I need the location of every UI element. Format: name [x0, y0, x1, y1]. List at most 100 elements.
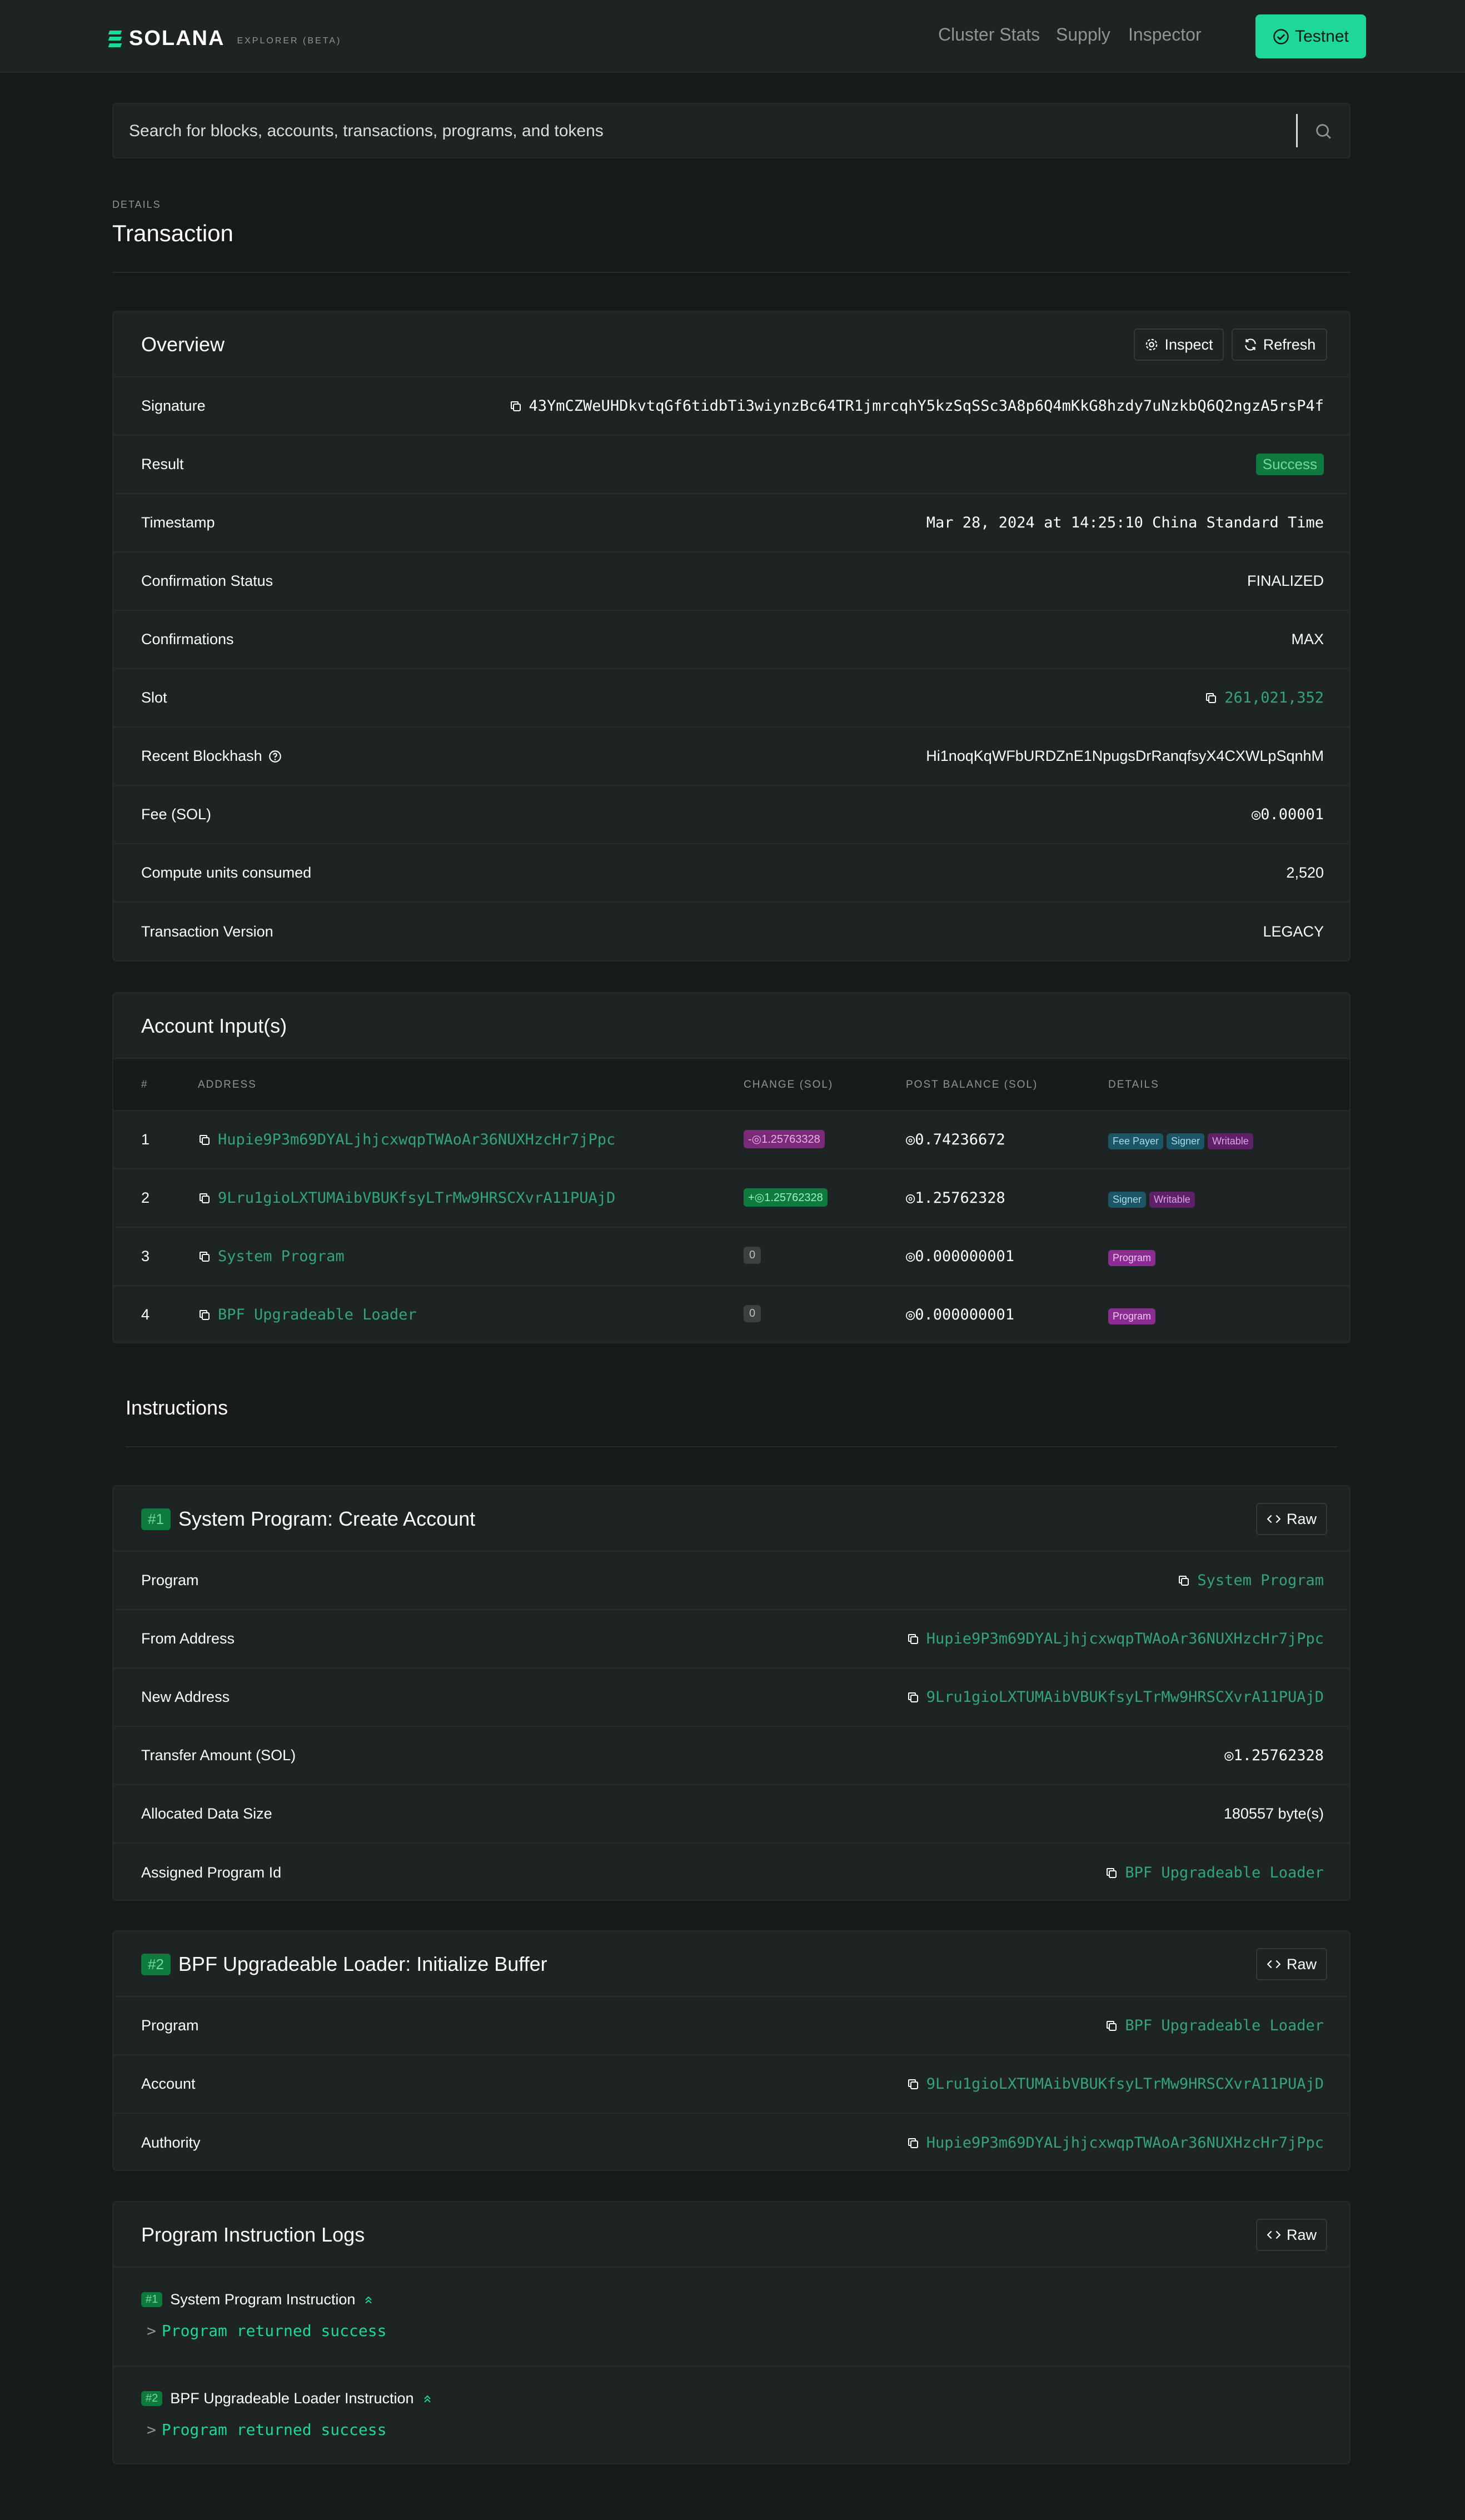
row-index: 4	[141, 1306, 150, 1323]
copy-icon[interactable]	[906, 2078, 920, 2091]
raw-button[interactable]: Raw	[1256, 1503, 1327, 1535]
search-placeholder: Search for blocks, accounts, transaction…	[129, 122, 604, 140]
column-header: DETAILS	[1108, 1079, 1159, 1090]
program-logs-header: Program Instruction Logs Raw	[113, 2202, 1349, 2268]
timestamp-row: Timestamp Mar 28, 2024 at 14:25:10 China…	[113, 494, 1349, 552]
column-header: ADDRESS	[198, 1079, 257, 1090]
chevrons-up-icon[interactable]	[363, 2294, 374, 2305]
log-line-wrap: > Program returned success	[147, 2421, 386, 2439]
refresh-button[interactable]: Refresh	[1232, 328, 1327, 361]
authority-link[interactable]: Hupie9P3m69DYALjhjcxwqpTWAoAr36NUXHzcHr7…	[926, 2134, 1324, 2152]
fee-row: Fee (SOL) ◎0.00001	[113, 786, 1349, 844]
inspect-label: Inspect	[1164, 336, 1213, 353]
help-icon[interactable]	[268, 749, 282, 764]
check-circle-icon	[1273, 28, 1289, 44]
copy-icon[interactable]	[1105, 2019, 1118, 2033]
column-header: #	[141, 1079, 148, 1090]
code-icon	[1267, 1960, 1281, 1969]
address-wrap: 9Lru1gioLXTUMAibVBUKfsyLTrMw9HRSCXvrA11P…	[198, 1189, 615, 1207]
overview-title: Overview	[141, 333, 225, 356]
code-icon	[1267, 2230, 1281, 2239]
row-label: Result	[141, 456, 184, 472]
new-address-link[interactable]: 9Lru1gioLXTUMAibVBUKfsyLTrMw9HRSCXvrA11P…	[926, 1689, 1324, 1706]
page-title: Transaction	[112, 220, 233, 246]
raw-button[interactable]: Raw	[1256, 1948, 1327, 1980]
result-row: Result Success	[113, 436, 1349, 494]
cluster-select-button[interactable]: Testnet	[1255, 14, 1366, 58]
copy-icon[interactable]	[198, 1192, 211, 1205]
address-link[interactable]: Hupie9P3m69DYALjhjcxwqpTWAoAr36NUXHzcHr7…	[218, 1131, 615, 1148]
change-badge: -◎1.25763328	[744, 1130, 825, 1148]
raw-button[interactable]: Raw	[1256, 2219, 1327, 2251]
copy-icon[interactable]	[198, 1308, 211, 1322]
post-balance: ◎0.000000001	[906, 1306, 1015, 1323]
instruction-number-badge: #1	[141, 1508, 171, 1530]
overview-header: Overview Inspect Refresh	[113, 312, 1349, 377]
confirmations-value: MAX	[1291, 631, 1324, 648]
nav-cluster-stats[interactable]: Cluster Stats	[938, 24, 1040, 45]
account-link[interactable]: 9Lru1gioLXTUMAibVBUKfsyLTrMw9HRSCXvrA11P…	[926, 2075, 1324, 2093]
gear-icon	[1146, 338, 1158, 351]
row-label: Timestamp	[141, 514, 215, 531]
compute-units-row: Compute units consumed 2,520	[113, 844, 1349, 903]
assigned-program-row: Assigned Program Id BPF Upgradeable Load…	[113, 1844, 1349, 1900]
program-logs-card: Program Instruction Logs Raw #1 System P…	[112, 2201, 1351, 2464]
log-entry-name: System Program Instruction	[170, 2291, 356, 2308]
inspect-button[interactable]: Inspect	[1134, 328, 1224, 361]
fee-value: ◎0.00001	[1251, 806, 1324, 823]
copy-icon[interactable]	[906, 1632, 920, 1646]
copy-icon[interactable]	[198, 1133, 211, 1147]
program-logs-title: Program Instruction Logs	[141, 2223, 365, 2246]
divider	[126, 1446, 1337, 1447]
details-tags: Fee Payer Signer Writable	[1108, 1131, 1257, 1149]
version-value: LEGACY	[1263, 923, 1324, 940]
copy-icon[interactable]	[906, 2136, 920, 2150]
nav-supply-link[interactable]: Supply	[1056, 24, 1110, 45]
copy-icon[interactable]	[509, 400, 522, 413]
solana-logo[interactable]: SOLANA EXPLORER (BETA)	[108, 27, 342, 51]
table-row: 3 System Program 0 ◎0.000000001 Program	[113, 1228, 1349, 1286]
row-label: Confirmations	[141, 631, 234, 648]
log-number-badge: #2	[141, 2391, 163, 2406]
log-entry-2: #2 BPF Upgradeable Loader Instruction > P…	[113, 2367, 1349, 2463]
log-entry-header: #1 System Program Instruction	[141, 2291, 374, 2308]
brand-subtitle: EXPLORER (BETA)	[237, 36, 342, 46]
address-link[interactable]: System Program	[218, 1248, 345, 1265]
copy-icon[interactable]	[906, 1691, 920, 1704]
address-link[interactable]: BPF Upgradeable Loader	[218, 1306, 417, 1323]
row-label: Slot	[141, 689, 167, 706]
address-wrap: Hupie9P3m69DYALjhjcxwqpTWAoAr36NUXHzcHr7…	[198, 1131, 615, 1148]
copy-icon[interactable]	[1105, 1866, 1118, 1880]
instruction-title: BPF Upgradeable Loader: Initialize Buffe…	[178, 1953, 547, 1975]
copy-icon[interactable]	[1177, 1574, 1190, 1587]
row-index: 2	[141, 1189, 150, 1206]
nav-inspector-link[interactable]: Inspector	[1128, 24, 1202, 45]
signature-row: Signature 43YmCZWeUHDkvtqGf6tidbTi3wiynz…	[113, 377, 1349, 436]
nav-cluster-stats-link[interactable]: Cluster Stats	[938, 24, 1040, 45]
address-wrap: BPF Upgradeable Loader	[198, 1306, 417, 1323]
details-tags: Program	[1108, 1248, 1159, 1266]
slot-link[interactable]: 261,021,352	[1224, 689, 1324, 706]
prompt-arrow-icon: >	[147, 2322, 156, 2340]
program-link[interactable]: System Program	[1197, 1572, 1324, 1589]
copy-icon[interactable]	[1204, 691, 1218, 705]
search-icon[interactable]	[1314, 122, 1333, 141]
search-input[interactable]: Search for blocks, accounts, transaction…	[112, 103, 1351, 158]
new-address-row: New Address 9Lru1gioLXTUMAibVBUKfsyLTrMw…	[113, 1669, 1349, 1727]
copy-icon[interactable]	[198, 1250, 211, 1263]
assigned-program-link[interactable]: BPF Upgradeable Loader	[1125, 1864, 1324, 1881]
program-badge: Program	[1108, 1250, 1156, 1266]
nav-inspector[interactable]: Inspector	[1128, 24, 1202, 45]
row-label: Transfer Amount (SOL)	[141, 1747, 296, 1764]
data-size-value: 180557 byte(s)	[1223, 1805, 1324, 1822]
column-header: CHANGE (SOL)	[744, 1079, 834, 1090]
log-line: Program returned success	[161, 2322, 387, 2340]
nav-supply[interactable]: Supply	[1056, 24, 1110, 45]
prompt-arrow-icon: >	[147, 2421, 156, 2439]
row-label: Compute units consumed	[141, 864, 312, 881]
from-address-link[interactable]: Hupie9P3m69DYALjhjcxwqpTWAoAr36NUXHzcHr7…	[926, 1630, 1324, 1647]
chevrons-up-icon[interactable]	[422, 2393, 433, 2404]
address-link[interactable]: 9Lru1gioLXTUMAibVBUKfsyLTrMw9HRSCXvrA11P…	[218, 1189, 615, 1207]
program-link[interactable]: BPF Upgradeable Loader	[1125, 2017, 1324, 2034]
program-badge: Program	[1108, 1308, 1156, 1324]
